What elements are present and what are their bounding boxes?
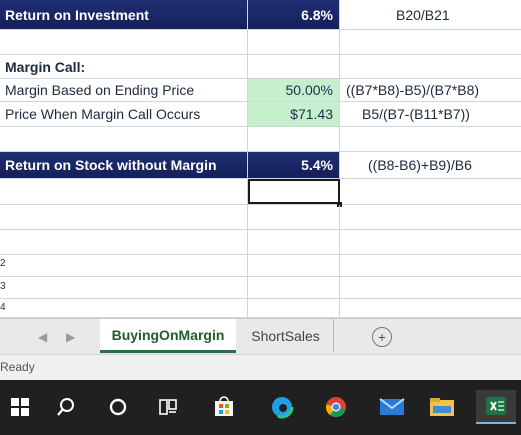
- prev-sheet-arrow-icon[interactable]: ◀: [38, 330, 47, 344]
- empty-row: [0, 127, 521, 152]
- plus-icon: +: [377, 329, 387, 345]
- windows-taskbar: [0, 380, 521, 435]
- empty-cell[interactable]: [248, 230, 340, 254]
- empty-cell[interactable]: [0, 30, 248, 54]
- empty-cell[interactable]: [0, 179, 248, 204]
- no-margin-label-cell[interactable]: Return on Stock without Margin: [0, 152, 248, 178]
- no-margin-formula-cell[interactable]: ((B8-B6)+B9)/B6: [340, 152, 521, 178]
- cortana-icon[interactable]: [100, 390, 136, 424]
- empty-row: [0, 299, 521, 318]
- empty-cell[interactable]: [340, 230, 521, 254]
- margin-call-heading-row: Margin Call:: [0, 55, 521, 79]
- empty-cell[interactable]: [340, 255, 521, 276]
- search-icon[interactable]: [48, 390, 84, 424]
- row-number[interactable]: 4: [0, 302, 8, 313]
- no-margin-row: Return on Stock without Margin 5.4% ((B8…: [0, 152, 521, 179]
- empty-cell[interactable]: [340, 55, 521, 78]
- roi-row: Return on Investment 6.8% B20/B21: [0, 0, 521, 30]
- roi-formula-cell[interactable]: B20/B21: [340, 0, 521, 29]
- selected-cell[interactable]: [248, 179, 342, 207]
- empty-cell[interactable]: [0, 255, 248, 276]
- empty-cell[interactable]: [0, 127, 248, 151]
- empty-cell[interactable]: [0, 277, 248, 298]
- status-bar: Ready: [0, 354, 521, 380]
- chrome-browser-icon[interactable]: [318, 390, 354, 424]
- call-price-formula-cell[interactable]: B5/(B7-(B11*B7)): [340, 102, 521, 126]
- windows-start-icon[interactable]: [2, 390, 38, 424]
- call-price-row: Price When Margin Call Occurs $71.43 B5/…: [0, 102, 521, 127]
- empty-row: [0, 277, 521, 299]
- margin-call-heading-cell[interactable]: Margin Call:: [0, 55, 248, 78]
- mail-icon[interactable]: [374, 390, 410, 424]
- empty-cell[interactable]: [0, 299, 248, 317]
- ending-price-label-cell[interactable]: Margin Based on Ending Price: [0, 79, 248, 101]
- empty-row: [0, 255, 521, 277]
- empty-cell[interactable]: [340, 277, 521, 298]
- ending-price-formula-cell[interactable]: ((B7*B8)-B5)/(B7*B8): [340, 79, 521, 101]
- empty-cell[interactable]: [340, 179, 521, 204]
- empty-cell[interactable]: [340, 127, 521, 151]
- roi-value-cell[interactable]: 6.8%: [248, 0, 340, 29]
- row-number[interactable]: 2: [0, 258, 8, 269]
- row-number[interactable]: 3: [0, 281, 8, 292]
- empty-cell[interactable]: [248, 30, 340, 54]
- no-margin-value-cell[interactable]: 5.4%: [248, 152, 340, 178]
- next-sheet-arrow-icon[interactable]: ▶: [66, 330, 75, 344]
- empty-cell[interactable]: [0, 205, 248, 229]
- tab-short-sales[interactable]: ShortSales: [238, 319, 334, 353]
- edge-browser-icon[interactable]: [264, 390, 300, 424]
- file-explorer-icon[interactable]: [424, 390, 460, 424]
- empty-cell[interactable]: [248, 205, 340, 229]
- status-text: Ready: [0, 360, 35, 374]
- empty-cell[interactable]: [248, 255, 340, 276]
- ending-price-row: Margin Based on Ending Price 50.00% ((B7…: [0, 79, 521, 102]
- empty-row: [0, 30, 521, 55]
- empty-cell[interactable]: [248, 277, 340, 298]
- empty-cell[interactable]: [248, 299, 340, 317]
- excel-app-icon[interactable]: [476, 390, 516, 424]
- add-sheet-button[interactable]: +: [372, 327, 392, 347]
- task-view-icon[interactable]: [150, 390, 186, 424]
- empty-cell[interactable]: [340, 299, 521, 317]
- empty-cell[interactable]: [248, 55, 340, 78]
- empty-cell[interactable]: [340, 30, 521, 54]
- ending-price-value-cell[interactable]: 50.00%: [248, 79, 340, 101]
- call-price-value-cell[interactable]: $71.43: [248, 102, 340, 126]
- empty-row: [0, 230, 521, 255]
- roi-label-cell[interactable]: Return on Investment: [0, 0, 248, 29]
- empty-cell[interactable]: [0, 230, 248, 254]
- spreadsheet-grid: Return on Investment 6.8% B20/B21 Margin…: [0, 0, 521, 318]
- store-icon[interactable]: [206, 390, 242, 424]
- sheet-tab-bar: ◀ ▶ BuyingOnMargin ShortSales +: [0, 318, 521, 354]
- empty-row: [0, 205, 521, 230]
- empty-row: [0, 179, 521, 207]
- empty-cell[interactable]: [340, 205, 521, 229]
- call-price-label-cell[interactable]: Price When Margin Call Occurs: [0, 102, 248, 126]
- empty-cell[interactable]: [248, 127, 340, 151]
- tab-buying-on-margin[interactable]: BuyingOnMargin: [100, 319, 236, 353]
